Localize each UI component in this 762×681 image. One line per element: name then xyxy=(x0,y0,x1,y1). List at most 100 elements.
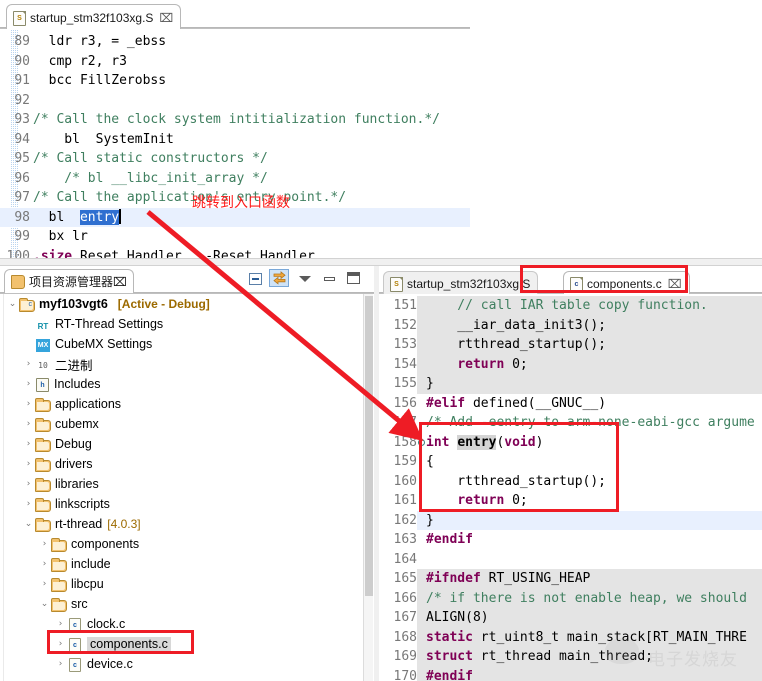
chevron-right-icon[interactable]: › xyxy=(22,499,35,509)
chevron-right-icon[interactable]: › xyxy=(54,639,67,649)
code-line: 96 /* bl __libc_init_array */ xyxy=(0,169,470,189)
chevron-right-icon[interactable]: › xyxy=(22,379,35,389)
code-text: } xyxy=(426,512,434,528)
chevron-right-icon[interactable]: › xyxy=(54,659,67,669)
minimize-button[interactable] xyxy=(319,270,339,288)
view-tab-project-explorer[interactable]: 项目资源管理器 ⌧ xyxy=(4,269,134,293)
code-line: 154 return 0; xyxy=(379,354,762,374)
code-text: #elif defined(__GNUC__) xyxy=(426,395,607,411)
chevron-right-icon[interactable]: › xyxy=(38,559,51,569)
tab-startup-stm32f103xg-s-bottom[interactable]: S startup_stm32f103xg.S xyxy=(383,271,539,296)
maximize-button[interactable] xyxy=(343,269,363,287)
chevron-right-icon[interactable]: › xyxy=(22,399,35,409)
chevron-down-icon[interactable]: ⌄ xyxy=(6,299,19,309)
project-tree[interactable]: ⌄ myf103vgt6 [Active - Debug] RT RT-Thread S… xyxy=(0,294,363,681)
tab-components-c[interactable]: c components.c ⌧ xyxy=(563,271,690,296)
line-number: 99 xyxy=(14,229,30,244)
chevron-right-icon[interactable]: › xyxy=(38,539,51,549)
chevron-right-icon[interactable]: › xyxy=(22,359,35,369)
code-text: int entry(void) xyxy=(426,434,544,450)
annotation-jump-to-entry: 跳转到入口函数 xyxy=(192,195,290,211)
scrollbar-thumb[interactable] xyxy=(365,296,373,596)
folder-icon xyxy=(35,497,51,512)
chevron-right-icon[interactable]: › xyxy=(22,479,35,489)
tree-item-src[interactable]: ⌄ src xyxy=(0,594,363,614)
tree-item-label: CubeMX Settings xyxy=(55,337,153,351)
close-icon[interactable]: ⌧ xyxy=(113,275,127,289)
tree-item-myf103vgt6[interactable]: ⌄ myf103vgt6 [Active - Debug] xyxy=(0,294,363,314)
folder-icon xyxy=(35,477,51,492)
editor-area-divider[interactable] xyxy=(0,258,762,266)
close-icon[interactable]: ⌧ xyxy=(159,12,173,24)
tree-item-debug[interactable]: › Debug xyxy=(0,434,363,454)
bottom-code-editor[interactable]: 151 // call IAR table copy function. 152 … xyxy=(379,294,762,681)
chevron-right-icon[interactable]: › xyxy=(22,439,35,449)
code-line: 155} xyxy=(379,374,762,394)
tree-item-libcpu[interactable]: › libcpu xyxy=(0,574,363,594)
implementation-marker-icon xyxy=(418,438,425,446)
tree-item-[interactable]: › 10 二进制 xyxy=(0,354,363,374)
link-with-editor-button[interactable] xyxy=(269,269,289,287)
line-number: 151 xyxy=(379,296,417,316)
folder-icon xyxy=(51,537,67,552)
tree-item-includes[interactable]: › h Includes xyxy=(0,374,363,394)
watermark-logo xyxy=(605,638,639,664)
code-line: 153 rtthread_startup(); xyxy=(379,335,762,355)
collapse-all-button[interactable] xyxy=(245,270,265,288)
collapse-all-icon xyxy=(248,273,262,285)
tree-item-libraries[interactable]: › libraries xyxy=(0,474,363,494)
tree-item-label: libraries xyxy=(55,477,99,491)
code-text: rtthread_startup(); xyxy=(426,337,607,352)
code-line: 156 #elif defined(__GNUC__) xyxy=(379,393,762,413)
tree-item-rt-thread[interactable]: ⌄ rt-thread [4.0.3] xyxy=(0,514,363,534)
close-icon[interactable]: ⌧ xyxy=(668,278,682,290)
project-tree-scrollbar[interactable] xyxy=(363,294,373,681)
code-line: 158 int entry(void) xyxy=(379,432,762,452)
line-number: 89 xyxy=(14,34,30,49)
chevron-down-icon[interactable]: ⌄ xyxy=(22,519,35,529)
view-menu-button[interactable] xyxy=(295,270,315,288)
c-file-icon: c xyxy=(69,617,81,632)
code-line: 151 // call IAR table copy function. xyxy=(379,296,762,316)
code-text: #endif xyxy=(426,532,473,547)
code-text: // call IAR table copy function. xyxy=(426,298,708,313)
line-number: 94 xyxy=(14,131,30,147)
chevron-down-icon[interactable]: ⌄ xyxy=(38,599,51,609)
top-editor-right-filler xyxy=(470,0,762,258)
tree-item-components-c[interactable]: › c components.c xyxy=(0,634,363,654)
code-text: } xyxy=(426,376,434,391)
tree-item-applications[interactable]: › applications xyxy=(0,394,363,414)
code-line: 167 ALIGN(8) xyxy=(379,608,762,628)
tree-item-include[interactable]: › include xyxy=(0,554,363,574)
tree-item-label: drivers xyxy=(55,457,93,471)
tree-item-drivers[interactable]: › drivers xyxy=(0,454,363,474)
tree-item-label: RT-Thread Settings xyxy=(55,317,164,331)
code-line: 92 xyxy=(0,91,470,111)
top-code-editor[interactable]: 89 ldr r3, = _ebss 90 cmp r2, r3 91 bcc Fi… xyxy=(0,29,470,258)
tree-item-cubemx[interactable]: › cubemx xyxy=(0,414,363,434)
tree-item-device-c[interactable]: › c device.c xyxy=(0,654,363,674)
code-line: 168 static rt_uint8_t main_stack[RT_MAIN_… xyxy=(379,627,762,647)
view-tab-label: 项目资源管理器 xyxy=(29,275,114,289)
tree-item-linkscripts[interactable]: › linkscripts xyxy=(0,494,363,514)
code-line: 161 return 0; xyxy=(379,491,762,511)
line-number: 161 xyxy=(379,491,417,511)
chevron-right-icon[interactable]: › xyxy=(22,419,35,429)
chevron-right-icon[interactable]: › xyxy=(22,459,35,469)
chevron-right-icon[interactable]: › xyxy=(54,619,67,629)
code-text: /* Call the application's entry point.*/ xyxy=(33,190,347,205)
tree-item-components[interactable]: › components xyxy=(0,534,363,554)
tree-item-cubemx-settings[interactable]: MX CubeMX Settings xyxy=(0,334,363,354)
link-editor-icon xyxy=(272,271,286,285)
assembly-file-icon: S xyxy=(13,10,26,26)
tab-startup-stm32f103xg-s[interactable]: S startup_stm32f103xg.S ⌧ xyxy=(6,4,182,31)
line-number: 98 xyxy=(14,209,30,225)
line-number: 100 xyxy=(6,248,30,259)
tree-item-clock-c[interactable]: › c clock.c xyxy=(0,614,363,634)
code-text: bx lr xyxy=(33,229,88,244)
line-number: 170 xyxy=(379,666,417,681)
tree-item-rt-thread-settings[interactable]: RT RT-Thread Settings xyxy=(0,314,363,334)
folder-icon xyxy=(51,577,67,592)
chevron-right-icon[interactable]: › xyxy=(38,579,51,589)
minimize-icon xyxy=(323,277,335,281)
